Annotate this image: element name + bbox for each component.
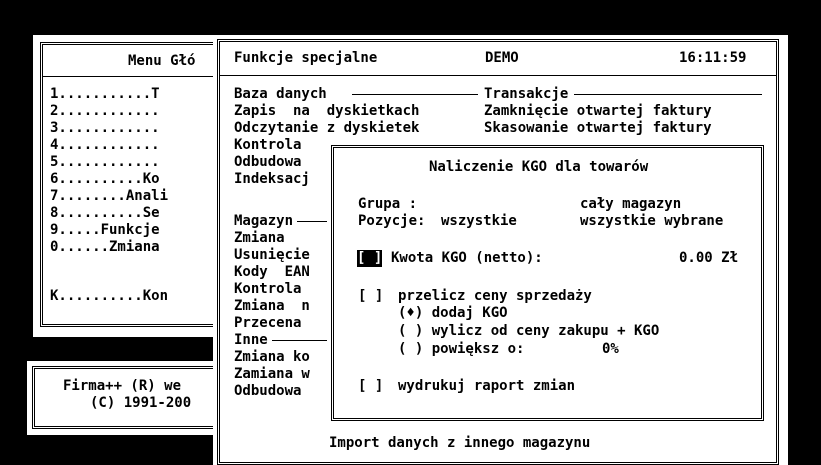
item-zmiana-ko[interactable]: Zmiana ko [234,349,310,366]
radio-increase[interactable]: ( ) powiększ o: [398,341,524,358]
item-przecena[interactable]: Przecena [234,315,301,332]
radio-add-kgo[interactable]: (♦) dodaj KGO [398,305,508,322]
item-zamkniecie-faktury[interactable]: Zamknięcie otwartej faktury [484,103,712,120]
item-usuniecie[interactable]: Usunięcie [234,247,310,264]
menu-item-0[interactable]: 0......Zmiana [50,239,160,256]
menu-item-7[interactable]: 7........Anali [50,188,168,205]
clock: 16:11:59 [679,50,747,66]
item-kontrola-2[interactable]: Kontrola [234,281,301,298]
menu-item-3[interactable]: 3............ [50,120,160,137]
menu-item-5[interactable]: 5............ [50,154,160,171]
item-skasowanie-faktury[interactable]: Skasowanie otwartej faktury [484,120,712,137]
section-inne-line [272,340,327,341]
section-transakcje: Transakcje [484,86,569,102]
menu-item-8[interactable]: 8..........Se [50,205,160,222]
item-zmiana[interactable]: Zmiana [234,230,285,247]
radio-from-purchase[interactable]: ( ) wylicz od ceny zakupu + KGO [398,323,659,340]
section-magazyn-line [297,221,327,222]
section-baza-line [352,94,478,95]
positions-all[interactable]: wszystkie [441,213,517,230]
kgo-amount-value[interactable]: 0.00 Zł [679,250,738,267]
demo-label: DEMO [485,50,519,66]
kgo-amount-label: Kwota KGO (netto): [391,250,543,266]
group-value[interactable]: cały magazyn [580,196,681,213]
item-zapis-dyskietki[interactable]: Zapis na dyskietkach [234,103,419,120]
section-inne: Inne [234,332,268,348]
positions-label: Pozycje: [358,213,426,229]
print-checkbox[interactable]: [ ] [358,378,383,395]
increase-percent[interactable]: 0% [602,341,619,358]
item-kody-ean[interactable]: Kody EAN [234,264,310,281]
item-odbudowa[interactable]: Odbudowa [234,154,301,171]
positions-selected[interactable]: wszystkie wybrane [580,213,723,230]
company-line-1: Firma++ (R) we [63,378,182,394]
menu-item-6[interactable]: 6..........Ko [50,171,160,188]
menu-item-1[interactable]: 1...........T [50,86,160,103]
dialog-title: Naliczenie KGO dla towarów [429,159,649,175]
menu-item-9[interactable]: 9.....Funkcje [50,222,160,239]
kgo-checkbox[interactable]: [ ] [357,250,383,267]
special-header-divider [220,75,776,76]
special-title: Funkcje specjalne [234,50,378,66]
section-baza-danych: Baza danych [234,86,327,102]
item-zamiana-w[interactable]: Zamiana w [234,366,310,383]
menu-item-2[interactable]: 2............ [50,103,160,120]
recalc-checkbox[interactable]: [ ] [358,288,383,305]
item-odbudowa-2[interactable]: Odbudowa [234,383,301,400]
item-indeksacja[interactable]: Indeksacj [234,171,310,188]
section-transakcje-line [574,94,762,95]
menu-item-4[interactable]: 4............ [50,137,160,154]
print-label: wydrukuj raport zmian [398,378,576,394]
group-label: Grupa : [358,196,418,212]
item-odczytanie-dyskietek[interactable]: Odczytanie z dyskietek [234,120,419,137]
item-zmiana-n[interactable]: Zmiana n [234,298,310,315]
item-kontrola[interactable]: Kontrola [234,137,301,154]
item-import-danych[interactable]: Import danych z innego magazynu [329,435,590,452]
main-menu-divider [43,76,221,77]
main-menu-title: Menu Głó [128,53,196,69]
section-magazyn: Magazyn [234,213,294,229]
recalc-label: przelicz ceny sprzedaży [398,288,592,304]
menu-item-k[interactable]: K..........Kon [50,288,168,305]
company-line-2: (C) 1991-200 [90,395,192,411]
